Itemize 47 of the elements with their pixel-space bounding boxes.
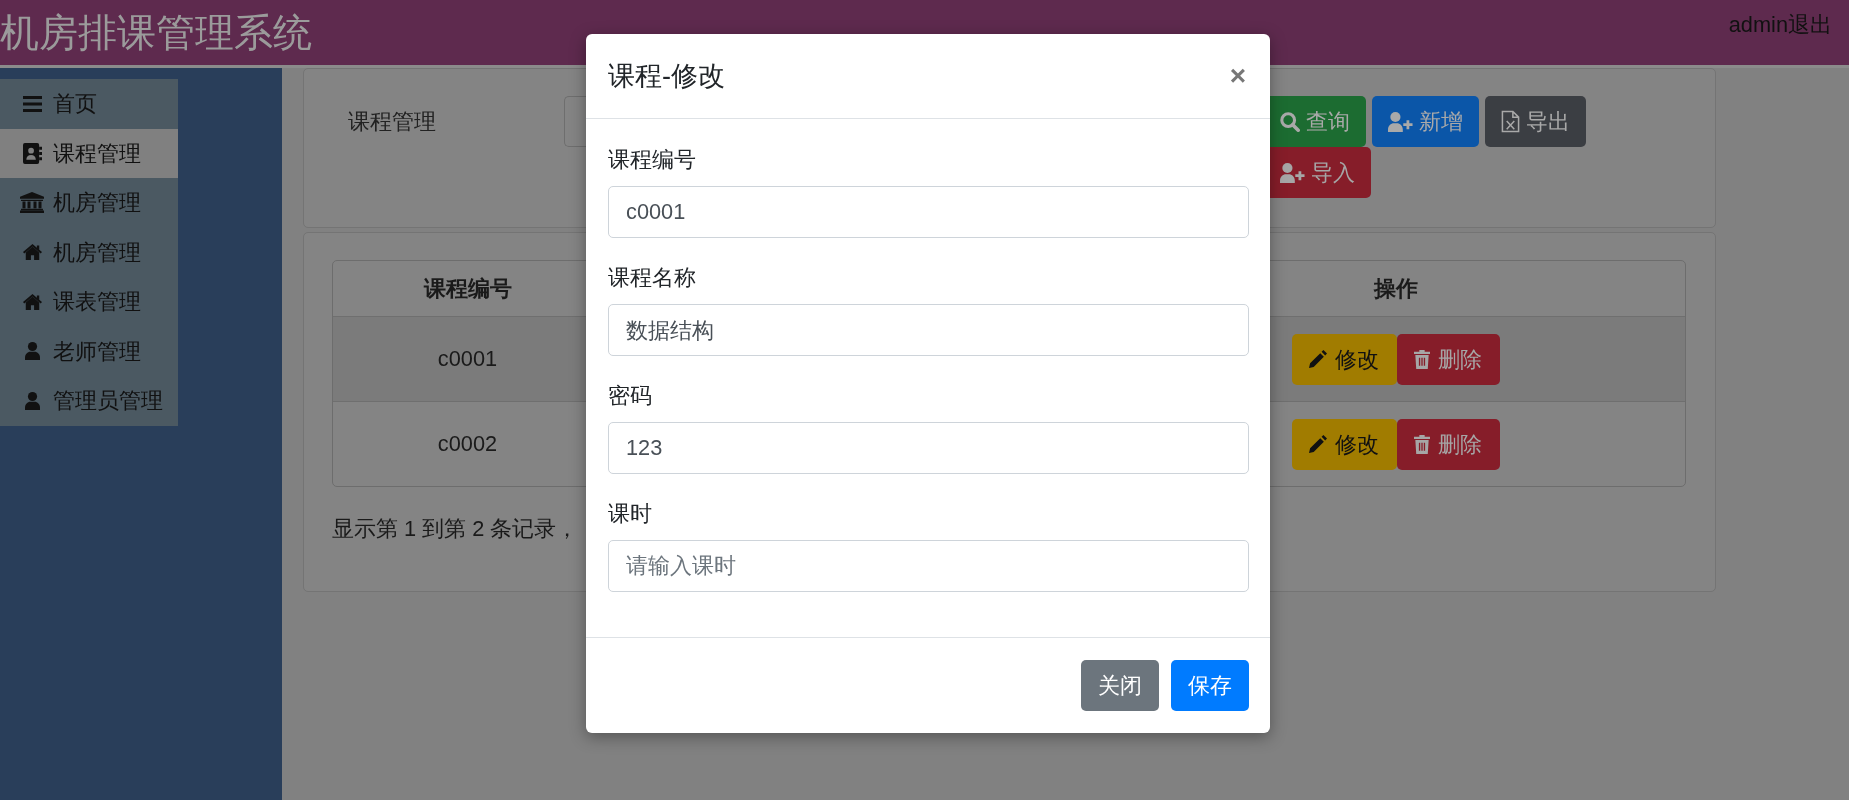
pencil-icon: [1308, 350, 1327, 368]
export-button[interactable]: 导出: [1485, 96, 1586, 147]
sidebar-item[interactable]: 老师管理: [0, 326, 178, 376]
pencil-icon: [1308, 435, 1327, 453]
text-field[interactable]: 数据结构: [608, 304, 1249, 356]
add-user-icon: [1280, 162, 1305, 183]
text-field[interactable]: 请输入课时: [608, 540, 1249, 592]
contact-card-icon: [22, 142, 42, 164]
bank-icon: [20, 192, 44, 214]
home-icon: [22, 244, 42, 261]
field-label: 课程名称: [608, 264, 696, 292]
sidebar-item[interactable]: 首页: [0, 79, 178, 129]
text-field[interactable]: c0001: [608, 186, 1249, 238]
field-label: 课程编号: [608, 146, 696, 174]
pagination-info: 显示第 1 到第 2 条记录，: [332, 515, 579, 543]
search-icon: [1280, 111, 1300, 132]
table-cell: c0001: [333, 316, 586, 401]
column-header: 课程编号: [422, 275, 513, 303]
user-icon: [24, 391, 40, 410]
sidebar-item[interactable]: 课程管理: [0, 128, 178, 178]
save-button[interactable]: 保存: [1171, 660, 1249, 711]
document-icon: [1501, 110, 1520, 133]
delete-button[interactable]: 删除: [1396, 333, 1500, 385]
sidebar-item[interactable]: 机房管理: [0, 178, 178, 228]
trash-icon: [1413, 434, 1430, 454]
edit-button[interactable]: 修改: [1291, 418, 1397, 470]
app-title: 机房排课管理系统: [0, 9, 312, 56]
sidebar-item[interactable]: 机房管理: [0, 227, 178, 277]
user-icon: [24, 342, 40, 361]
close-button[interactable]: 关闭: [1081, 660, 1159, 711]
field-label: 密码: [608, 382, 652, 410]
edit-button[interactable]: 修改: [1291, 333, 1397, 385]
panel-label: 课程管理: [348, 108, 437, 136]
trash-icon: [1413, 349, 1430, 369]
search-field[interactable]: [564, 96, 586, 147]
home-icon: [22, 293, 42, 310]
add-user-icon: [1388, 111, 1413, 132]
delete-button[interactable]: 删除: [1396, 418, 1500, 470]
menu-icon: [22, 95, 42, 112]
sidebar-item[interactable]: 管理员管理: [0, 376, 178, 426]
user-name: admin: [1728, 11, 1788, 39]
text-field[interactable]: 123: [608, 422, 1249, 474]
sidebar-item[interactable]: 课表管理: [0, 277, 178, 327]
column-header: 操作: [1372, 275, 1419, 303]
field-label: 课时: [608, 500, 652, 528]
modal-title: 课程-修改: [608, 60, 725, 93]
add-button[interactable]: 新增: [1372, 96, 1479, 147]
